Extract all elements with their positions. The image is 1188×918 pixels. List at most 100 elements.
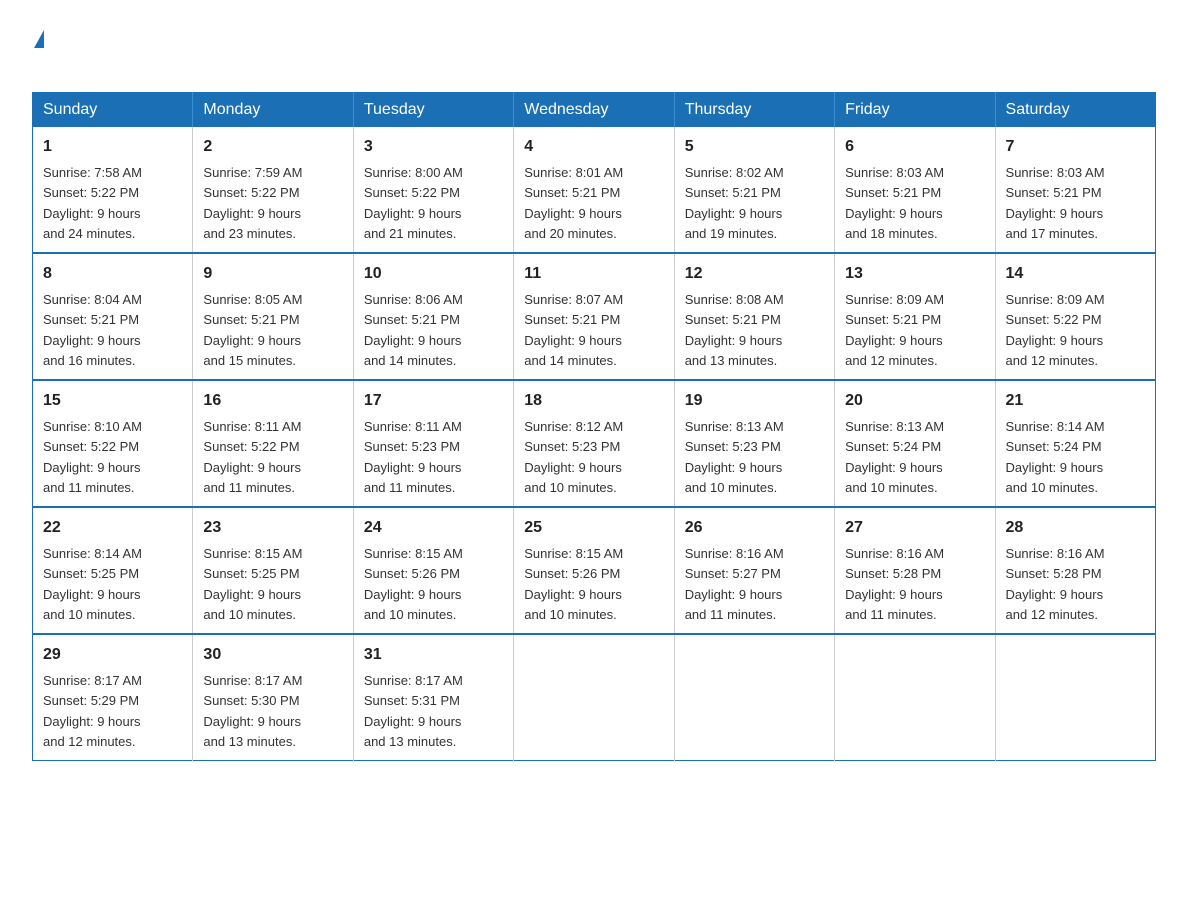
day-info: Sunrise: 8:09 AMSunset: 5:21 PMDaylight:… (845, 292, 944, 368)
day-info: Sunrise: 8:15 AMSunset: 5:26 PMDaylight:… (524, 546, 623, 622)
calendar-cell (995, 634, 1155, 761)
day-info: Sunrise: 8:15 AMSunset: 5:26 PMDaylight:… (364, 546, 463, 622)
calendar-cell: 28 Sunrise: 8:16 AMSunset: 5:28 PMDaylig… (995, 507, 1155, 634)
calendar-cell: 9 Sunrise: 8:05 AMSunset: 5:21 PMDayligh… (193, 253, 353, 380)
calendar-cell: 13 Sunrise: 8:09 AMSunset: 5:21 PMDaylig… (835, 253, 995, 380)
day-number: 4 (524, 135, 663, 159)
calendar-cell: 16 Sunrise: 8:11 AMSunset: 5:22 PMDaylig… (193, 380, 353, 507)
day-info: Sunrise: 8:15 AMSunset: 5:25 PMDaylight:… (203, 546, 302, 622)
day-number: 24 (364, 516, 503, 540)
calendar-cell: 24 Sunrise: 8:15 AMSunset: 5:26 PMDaylig… (353, 507, 513, 634)
day-number: 21 (1006, 389, 1145, 413)
day-number: 31 (364, 643, 503, 667)
calendar-cell: 14 Sunrise: 8:09 AMSunset: 5:22 PMDaylig… (995, 253, 1155, 380)
day-number: 29 (43, 643, 182, 667)
day-info: Sunrise: 8:03 AMSunset: 5:21 PMDaylight:… (845, 165, 944, 241)
day-number: 12 (685, 262, 824, 286)
calendar-cell: 3 Sunrise: 8:00 AMSunset: 5:22 PMDayligh… (353, 127, 513, 253)
day-info: Sunrise: 8:01 AMSunset: 5:21 PMDaylight:… (524, 165, 623, 241)
calendar-cell: 7 Sunrise: 8:03 AMSunset: 5:21 PMDayligh… (995, 127, 1155, 253)
calendar-cell: 1 Sunrise: 7:58 AMSunset: 5:22 PMDayligh… (33, 127, 193, 253)
day-header-tuesday: Tuesday (353, 93, 513, 128)
calendar-cell: 12 Sunrise: 8:08 AMSunset: 5:21 PMDaylig… (674, 253, 834, 380)
day-info: Sunrise: 8:10 AMSunset: 5:22 PMDaylight:… (43, 419, 142, 495)
day-header-saturday: Saturday (995, 93, 1155, 128)
calendar-cell: 30 Sunrise: 8:17 AMSunset: 5:30 PMDaylig… (193, 634, 353, 761)
day-number: 13 (845, 262, 984, 286)
calendar-cell: 23 Sunrise: 8:15 AMSunset: 5:25 PMDaylig… (193, 507, 353, 634)
calendar-cell: 17 Sunrise: 8:11 AMSunset: 5:23 PMDaylig… (353, 380, 513, 507)
day-number: 19 (685, 389, 824, 413)
day-info: Sunrise: 8:16 AMSunset: 5:27 PMDaylight:… (685, 546, 784, 622)
day-info: Sunrise: 8:00 AMSunset: 5:22 PMDaylight:… (364, 165, 463, 241)
day-header-monday: Monday (193, 93, 353, 128)
day-number: 11 (524, 262, 663, 286)
calendar-cell: 26 Sunrise: 8:16 AMSunset: 5:27 PMDaylig… (674, 507, 834, 634)
day-header-wednesday: Wednesday (514, 93, 674, 128)
day-number: 5 (685, 135, 824, 159)
logo-triangle-icon (34, 30, 44, 48)
day-number: 2 (203, 135, 342, 159)
day-header-friday: Friday (835, 93, 995, 128)
day-number: 26 (685, 516, 824, 540)
day-number: 16 (203, 389, 342, 413)
calendar-cell: 8 Sunrise: 8:04 AMSunset: 5:21 PMDayligh… (33, 253, 193, 380)
week-row-3: 15 Sunrise: 8:10 AMSunset: 5:22 PMDaylig… (33, 380, 1156, 507)
day-header-thursday: Thursday (674, 93, 834, 128)
day-info: Sunrise: 8:11 AMSunset: 5:22 PMDaylight:… (203, 419, 301, 495)
calendar-cell: 29 Sunrise: 8:17 AMSunset: 5:29 PMDaylig… (33, 634, 193, 761)
day-info: Sunrise: 8:14 AMSunset: 5:24 PMDaylight:… (1006, 419, 1105, 495)
day-header-sunday: Sunday (33, 93, 193, 128)
day-info: Sunrise: 8:17 AMSunset: 5:30 PMDaylight:… (203, 673, 302, 749)
day-number: 17 (364, 389, 503, 413)
day-number: 25 (524, 516, 663, 540)
day-number: 18 (524, 389, 663, 413)
day-info: Sunrise: 8:04 AMSunset: 5:21 PMDaylight:… (43, 292, 142, 368)
day-number: 15 (43, 389, 182, 413)
day-number: 28 (1006, 516, 1145, 540)
day-number: 14 (1006, 262, 1145, 286)
day-info: Sunrise: 8:17 AMSunset: 5:31 PMDaylight:… (364, 673, 463, 749)
calendar-cell: 4 Sunrise: 8:01 AMSunset: 5:21 PMDayligh… (514, 127, 674, 253)
day-info: Sunrise: 8:05 AMSunset: 5:21 PMDaylight:… (203, 292, 302, 368)
calendar-cell: 15 Sunrise: 8:10 AMSunset: 5:22 PMDaylig… (33, 380, 193, 507)
day-number: 8 (43, 262, 182, 286)
calendar-cell: 10 Sunrise: 8:06 AMSunset: 5:21 PMDaylig… (353, 253, 513, 380)
week-row-4: 22 Sunrise: 8:14 AMSunset: 5:25 PMDaylig… (33, 507, 1156, 634)
calendar-cell: 25 Sunrise: 8:15 AMSunset: 5:26 PMDaylig… (514, 507, 674, 634)
day-number: 30 (203, 643, 342, 667)
day-number: 7 (1006, 135, 1145, 159)
day-info: Sunrise: 8:16 AMSunset: 5:28 PMDaylight:… (1006, 546, 1105, 622)
day-number: 23 (203, 516, 342, 540)
day-info: Sunrise: 8:13 AMSunset: 5:23 PMDaylight:… (685, 419, 784, 495)
day-number: 6 (845, 135, 984, 159)
calendar-table: SundayMondayTuesdayWednesdayThursdayFrid… (32, 92, 1156, 761)
calendar-cell: 19 Sunrise: 8:13 AMSunset: 5:23 PMDaylig… (674, 380, 834, 507)
day-number: 20 (845, 389, 984, 413)
day-number: 3 (364, 135, 503, 159)
week-row-2: 8 Sunrise: 8:04 AMSunset: 5:21 PMDayligh… (33, 253, 1156, 380)
day-number: 10 (364, 262, 503, 286)
day-info: Sunrise: 8:13 AMSunset: 5:24 PMDaylight:… (845, 419, 944, 495)
day-number: 27 (845, 516, 984, 540)
day-info: Sunrise: 7:59 AMSunset: 5:22 PMDaylight:… (203, 165, 302, 241)
day-info: Sunrise: 8:12 AMSunset: 5:23 PMDaylight:… (524, 419, 623, 495)
calendar-cell: 18 Sunrise: 8:12 AMSunset: 5:23 PMDaylig… (514, 380, 674, 507)
page-header (32, 24, 1156, 74)
day-info: Sunrise: 8:11 AMSunset: 5:23 PMDaylight:… (364, 419, 462, 495)
calendar-cell: 20 Sunrise: 8:13 AMSunset: 5:24 PMDaylig… (835, 380, 995, 507)
calendar-cell (514, 634, 674, 761)
calendar-cell (674, 634, 834, 761)
day-number: 1 (43, 135, 182, 159)
day-info: Sunrise: 8:06 AMSunset: 5:21 PMDaylight:… (364, 292, 463, 368)
logo (32, 28, 44, 74)
day-info: Sunrise: 7:58 AMSunset: 5:22 PMDaylight:… (43, 165, 142, 241)
calendar-cell: 11 Sunrise: 8:07 AMSunset: 5:21 PMDaylig… (514, 253, 674, 380)
calendar-cell: 6 Sunrise: 8:03 AMSunset: 5:21 PMDayligh… (835, 127, 995, 253)
day-header-row: SundayMondayTuesdayWednesdayThursdayFrid… (33, 93, 1156, 128)
day-info: Sunrise: 8:08 AMSunset: 5:21 PMDaylight:… (685, 292, 784, 368)
calendar-cell: 21 Sunrise: 8:14 AMSunset: 5:24 PMDaylig… (995, 380, 1155, 507)
day-info: Sunrise: 8:17 AMSunset: 5:29 PMDaylight:… (43, 673, 142, 749)
day-info: Sunrise: 8:09 AMSunset: 5:22 PMDaylight:… (1006, 292, 1105, 368)
day-number: 22 (43, 516, 182, 540)
